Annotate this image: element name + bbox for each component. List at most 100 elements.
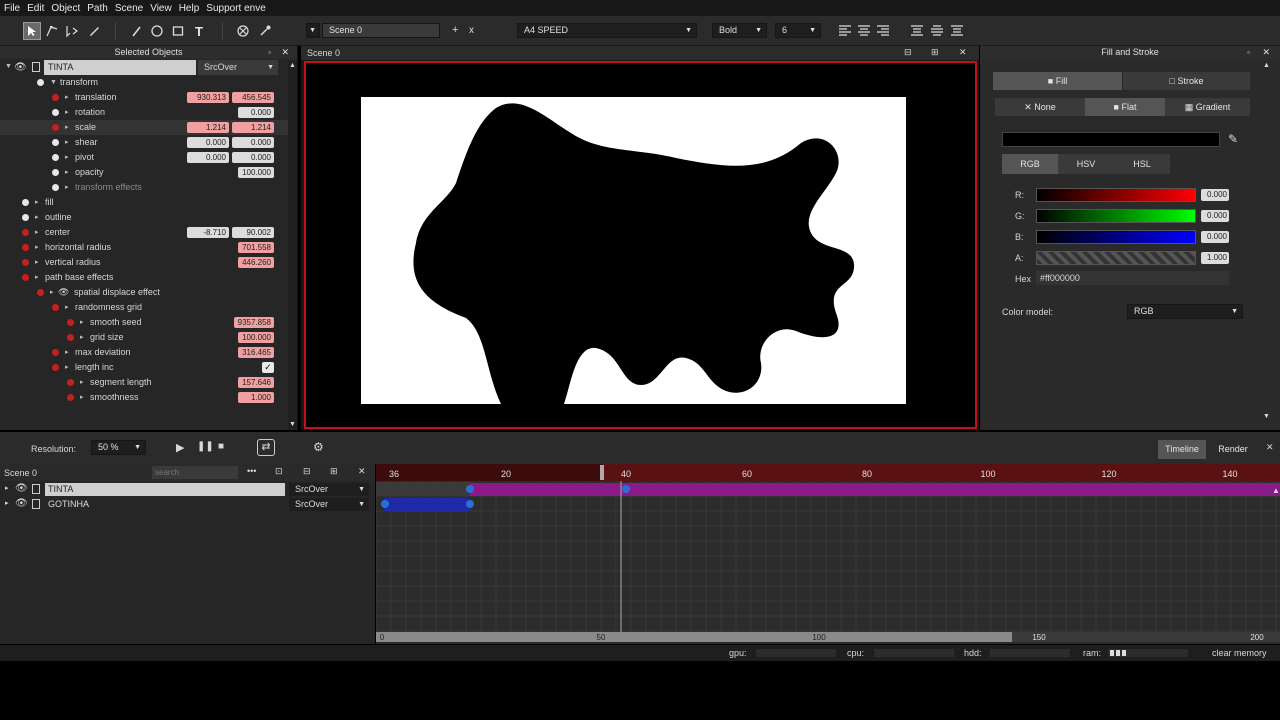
track-scroll-up-icon[interactable]: ▲ xyxy=(1272,486,1280,495)
alpha-value[interactable]: 1.000 xyxy=(1201,252,1229,264)
select-tool-icon[interactable] xyxy=(23,22,41,40)
eyedropper-icon[interactable] xyxy=(256,22,274,40)
keyframe-dot-icon[interactable] xyxy=(52,184,59,191)
play-button[interactable]: ▶ xyxy=(176,441,184,454)
text-tool-icon[interactable]: T xyxy=(190,22,208,40)
keyframe-dot-icon[interactable] xyxy=(52,139,59,146)
expand-arrow-icon[interactable]: ▸ xyxy=(65,360,69,375)
keyframe-recording-dot-icon[interactable] xyxy=(67,379,74,386)
keyframe-recording-dot-icon[interactable] xyxy=(22,259,29,266)
expand-arrow-icon[interactable]: ▸ xyxy=(80,375,84,390)
font-family-select[interactable]: A4 SPEED ▼ xyxy=(517,23,697,38)
property-row-max-deviation[interactable]: ▸ max deviation 316.465 xyxy=(0,345,290,360)
mode-flat-button[interactable]: ■ Flat xyxy=(1085,98,1165,116)
scene-name-field[interactable]: Scene 0 xyxy=(322,23,440,38)
menu-item-path[interactable]: Path xyxy=(87,3,108,14)
length-inc-checkbox[interactable]: ✓ xyxy=(262,362,274,373)
keyframe-recording-dot-icon[interactable] xyxy=(52,349,59,356)
pause-button[interactable]: ❚❚ xyxy=(197,441,214,452)
expand-arrow-icon[interactable]: ▼ xyxy=(50,75,57,90)
valign-center-icon[interactable] xyxy=(928,22,946,40)
green-value[interactable]: 0.000 xyxy=(1201,210,1229,222)
close-icon[interactable]: ✕ xyxy=(959,47,967,58)
mode-gradient-button[interactable]: ▦ Gradient xyxy=(1165,98,1250,116)
property-value-field[interactable]: 9357.858 xyxy=(234,317,274,328)
object-row[interactable]: ▼ 👁 TINTA SrcOver ▼ xyxy=(0,60,288,75)
clear-memory-button[interactable]: clear memory xyxy=(1212,648,1267,658)
property-value-field[interactable]: 100.000 xyxy=(238,167,274,178)
timeline-range-bar[interactable] xyxy=(376,632,1012,642)
property-row-smooth-seed[interactable]: ▸ smooth seed 9357.858 xyxy=(0,315,290,330)
onion-skin-icon[interactable]: ⚙ xyxy=(313,440,324,454)
property-row-fill[interactable]: ▸ fill xyxy=(0,195,290,210)
property-value-field[interactable]: 0.000 xyxy=(187,152,229,163)
property-value-field[interactable]: 930.313 xyxy=(187,92,229,103)
keyframe[interactable] xyxy=(622,485,630,493)
layer-row[interactable]: ▸ 👁 GOTINHA SrcOver ▼ xyxy=(0,497,375,512)
keyframe-recording-dot-icon[interactable] xyxy=(52,124,59,131)
rectangle-tool-icon[interactable] xyxy=(169,22,187,40)
valign-bottom-icon[interactable] xyxy=(948,22,966,40)
expand-arrow-icon[interactable]: ▸ xyxy=(35,195,39,210)
eyedropper-icon[interactable]: ✎ xyxy=(1228,132,1238,146)
expand-arrow-icon[interactable]: ▸ xyxy=(35,210,39,225)
close-icon[interactable]: ✕ xyxy=(1262,46,1270,59)
keyframe-dot-icon[interactable] xyxy=(52,154,59,161)
property-value-field[interactable]: 0.000 xyxy=(238,107,274,118)
object-name-field[interactable]: TINTA xyxy=(44,60,196,75)
expand-arrow-icon[interactable]: ▸ xyxy=(65,345,69,360)
paint-bucket-icon[interactable] xyxy=(234,22,252,40)
tab-hsl[interactable]: HSL xyxy=(1114,154,1170,174)
expand-arrow-icon[interactable]: ▸ xyxy=(65,180,69,195)
expand-arrow-icon[interactable]: ▸ xyxy=(65,300,69,315)
more-options-icon[interactable]: ••• xyxy=(247,466,256,476)
property-row-spatial-displace-effect[interactable]: ▸ spatial displace effect 👁 xyxy=(0,285,290,300)
keyframe[interactable] xyxy=(381,500,389,508)
red-slider[interactable] xyxy=(1036,188,1196,202)
property-value-field[interactable]: 456.545 xyxy=(232,92,274,103)
layer-name[interactable]: GOTINHA xyxy=(45,498,285,511)
property-row-horizontal-radius[interactable]: ▸ horizontal radius 701.558 xyxy=(0,240,290,255)
property-value-field[interactable]: 1.000 xyxy=(238,392,274,403)
expand-arrow-icon[interactable]: ▸ xyxy=(65,135,69,150)
property-value-field[interactable]: -8.710 xyxy=(187,227,229,238)
add-scene-button[interactable]: + xyxy=(452,24,458,36)
expand-arrow-icon[interactable]: ▸ xyxy=(5,499,9,507)
property-value-field[interactable]: 1.214 xyxy=(232,122,274,133)
layer-name[interactable]: TINTA xyxy=(45,483,285,496)
keyframe-dot-icon[interactable] xyxy=(52,169,59,176)
property-row-transform-effects[interactable]: ▸ transform effects xyxy=(0,180,290,195)
keyframe-dot-icon[interactable] xyxy=(22,199,29,206)
scrollbar[interactable]: ▲ ▼ xyxy=(1263,62,1272,428)
keyframe-recording-dot-icon[interactable] xyxy=(52,94,59,101)
expand-arrow-icon[interactable]: ▸ xyxy=(65,165,69,180)
circle-tool-icon[interactable] xyxy=(148,22,166,40)
keyframe-dot-icon[interactable] xyxy=(22,214,29,221)
property-row-vertical-radius[interactable]: ▸ vertical radius 446.260 xyxy=(0,255,290,270)
expand-arrow-icon[interactable]: ▸ xyxy=(65,120,69,135)
property-row-path-base-effects[interactable]: ▸ path base effects xyxy=(0,270,290,285)
pen-tool-icon[interactable] xyxy=(85,22,103,40)
hex-input[interactable]: #ff000000 xyxy=(1036,271,1229,285)
panel-float-icon[interactable]: ▫ xyxy=(268,46,271,59)
expand-arrow-icon[interactable]: ▸ xyxy=(65,105,69,120)
property-row-scale[interactable]: ▸ scale 1.214 1.214 xyxy=(0,120,290,135)
property-value-field[interactable]: 0.000 xyxy=(187,137,229,148)
pivot-tool-icon[interactable] xyxy=(63,22,81,40)
align-right-icon[interactable] xyxy=(874,22,892,40)
tab-render[interactable]: Render xyxy=(1208,440,1258,459)
loop-toggle-icon[interactable]: ⇄ xyxy=(257,439,275,456)
font-size-select[interactable]: 6 ▼ xyxy=(775,23,821,38)
expand-arrow-icon[interactable]: ▸ xyxy=(5,484,9,492)
current-color-swatch[interactable] xyxy=(1002,132,1220,147)
keyframe-recording-dot-icon[interactable] xyxy=(22,229,29,236)
keyframe-recording-dot-icon[interactable] xyxy=(67,334,74,341)
tab-fill[interactable]: ■ Fill xyxy=(993,72,1122,90)
property-value-field[interactable]: 446.260 xyxy=(238,257,274,268)
expand-arrow-icon[interactable]: ▸ xyxy=(50,285,54,300)
lock-icon[interactable] xyxy=(32,62,40,72)
expand-arrow-icon[interactable]: ▸ xyxy=(65,150,69,165)
close-icon[interactable]: ✕ xyxy=(1266,442,1274,453)
lock-icon[interactable] xyxy=(32,484,40,494)
visibility-eye-icon[interactable]: 👁 xyxy=(15,483,28,494)
